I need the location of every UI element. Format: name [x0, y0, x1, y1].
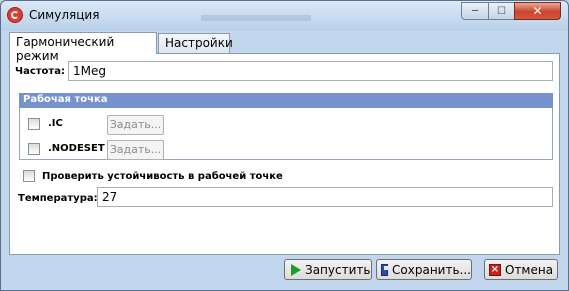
ic-label: .IC — [48, 118, 63, 129]
minimize-button[interactable]: ─ — [461, 2, 489, 20]
cancel-button-label: Отмена — [505, 262, 554, 277]
tab-panel: Частота: 1Meg Рабочая точка .IC Задать..… — [9, 53, 560, 255]
background-window-caption — [201, 15, 311, 21]
nodeset-set-button[interactable]: Задать... — [107, 140, 164, 160]
cancel-button[interactable]: × Отмена — [484, 259, 558, 280]
temperature-input[interactable]: 27 — [97, 187, 553, 207]
run-button-label: Запустить — [305, 262, 371, 277]
ic-checkbox[interactable] — [28, 118, 40, 130]
operating-point-header: Рабочая точка — [19, 93, 553, 108]
app-logo-icon — [7, 7, 23, 23]
stability-label: Проверить устойчивость в рабочей точке — [42, 171, 283, 182]
temperature-label: Температура: — [18, 193, 98, 204]
simulation-dialog: Симуляция ─ ☐ ✕ Гармонический режим Наст… — [0, 0, 569, 291]
nodeset-checkbox[interactable] — [28, 143, 40, 155]
tab-settings[interactable]: Настройки — [158, 33, 233, 53]
play-icon — [291, 263, 301, 276]
tab-harmonic-mode[interactable]: Гармонический режим — [9, 32, 157, 63]
close-icon: ✕ — [532, 4, 543, 18]
save-icon — [381, 263, 391, 276]
maximize-button[interactable]: ☐ — [488, 2, 515, 20]
title-bar[interactable]: Симуляция ─ ☐ ✕ — [1, 1, 568, 31]
maximize-icon: ☐ — [497, 5, 506, 17]
frequency-label: Частота: — [15, 66, 65, 77]
save-button-label: Сохранить... — [392, 262, 471, 277]
close-button[interactable]: ✕ — [514, 2, 561, 20]
stability-checkbox[interactable] — [23, 170, 35, 182]
nodeset-label: .NODESET — [48, 143, 105, 154]
frequency-input[interactable]: 1Meg — [68, 61, 553, 81]
cancel-x-icon: × — [489, 263, 501, 276]
run-button[interactable]: Запустить — [284, 259, 372, 280]
operating-point-group: .IC Задать... .NODESET Задать... — [19, 108, 553, 160]
ic-set-button[interactable]: Задать... — [107, 115, 164, 135]
save-button[interactable]: Сохранить... — [376, 259, 472, 280]
window-title: Симуляция — [29, 8, 100, 22]
minimize-icon: ─ — [471, 5, 479, 17]
